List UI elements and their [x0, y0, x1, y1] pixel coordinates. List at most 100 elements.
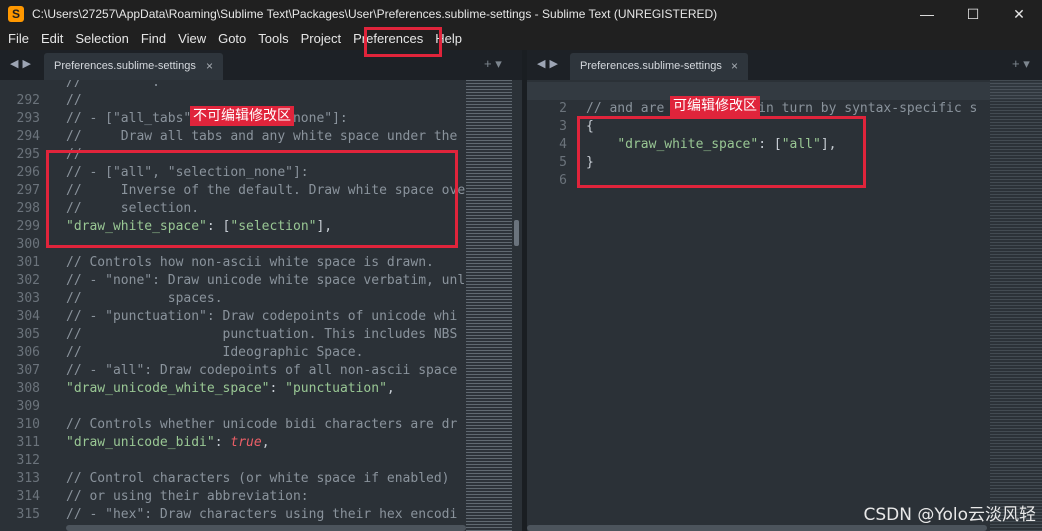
menu-goto[interactable]: Goto: [212, 28, 252, 50]
menu-find[interactable]: Find: [135, 28, 172, 50]
code-token: // Controls how non-ascii white space is…: [66, 255, 434, 270]
tab-nav-arrows-icon[interactable]: ◀▶: [537, 57, 562, 70]
line-number: 312: [16, 453, 40, 468]
code-token: "punctuation": [285, 381, 387, 396]
minimize-button[interactable]: —: [904, 0, 950, 28]
horizontal-scrollbar-thumb[interactable]: [66, 525, 466, 531]
line-number: 306: [16, 345, 40, 360]
code-token: // - "punctuation": Draw codepoints of u…: [66, 309, 458, 324]
code-text: // Controls how non-ascii white space is…: [66, 254, 434, 272]
code-token: // punctuation. This includes NBS: [66, 327, 458, 342]
code-text: // Control characters (or white space if…: [66, 470, 450, 488]
tab-preferences-user[interactable]: Preferences.sublime-settings ×: [570, 53, 748, 80]
minimap[interactable]: [466, 80, 512, 531]
code-line[interactable]: 301 // Controls how non-ascii white space…: [0, 254, 522, 272]
line-number: 302: [16, 273, 40, 288]
code-line[interactable]: 302 // - "none": Draw unicode white space…: [0, 272, 522, 290]
line-number: 311: [16, 435, 40, 450]
new-tab-and-menu-icon[interactable]: + ▾: [484, 56, 502, 72]
line-number: 293: [16, 111, 40, 126]
code-line[interactable]: // .: [0, 80, 522, 92]
line-number: 295: [16, 147, 40, 162]
code-line[interactable]: 315 // - "hex": Draw characters using the…: [0, 506, 522, 524]
code-token: // spaces.: [66, 291, 223, 306]
current-line-highlight: [527, 82, 1042, 100]
code-text: "draw_unicode_white_space": "punctuation…: [66, 380, 395, 398]
line-number: 292: [16, 93, 40, 108]
code-text: // or using their abbreviation:: [66, 488, 309, 506]
code-token: // - "none": Draw unicode white space ve…: [66, 273, 466, 288]
code-line[interactable]: 304 // - "punctuation": Draw codepoints o…: [0, 308, 522, 326]
code-token: // Control characters (or white space if…: [66, 471, 450, 486]
code-text: // - "hex": Draw characters using their …: [66, 506, 457, 524]
line-number: 305: [16, 327, 40, 342]
preferences-menu-highlight-box: [364, 27, 442, 57]
code-line[interactable]: 303 // spaces.: [0, 290, 522, 308]
code-token: ,: [386, 381, 395, 396]
line-number: 303: [16, 291, 40, 306]
tab-label: Preferences.sublime-settings: [54, 60, 196, 72]
menu-project[interactable]: Project: [295, 28, 347, 50]
code-line[interactable]: 309: [0, 398, 522, 416]
code-text: // Controls whether unicode bidi charact…: [66, 416, 457, 434]
maximize-button[interactable]: ☐: [950, 0, 996, 28]
close-tab-icon[interactable]: ×: [731, 53, 738, 80]
code-token: "draw_unicode_white_space": [66, 381, 270, 396]
code-line[interactable]: 294 // Draw all tabs and any white space …: [0, 128, 522, 146]
horizontal-scrollbar-thumb[interactable]: [527, 525, 987, 531]
code-text: // - "punctuation": Draw codepoints of u…: [66, 308, 457, 326]
line-number: 294: [16, 129, 40, 144]
menu-selection[interactable]: Selection: [69, 28, 134, 50]
code-text: // Draw all tabs and any white space und…: [66, 128, 457, 146]
code-line[interactable]: 307 // - "all": Draw codepoints of all no…: [0, 362, 522, 380]
code-token: // - "all": Draw codepoints of all non-a…: [66, 363, 458, 378]
code-text: //: [66, 92, 82, 110]
code-text: // .: [66, 80, 160, 92]
line-number: 309: [16, 399, 40, 414]
code-token: ,: [261, 435, 270, 450]
code-token: // Ideographic Space.: [66, 345, 364, 360]
code-token: :: [269, 381, 286, 396]
line-number: 296: [16, 165, 40, 180]
menu-edit[interactable]: Edit: [35, 28, 69, 50]
menu-file[interactable]: File: [2, 28, 35, 50]
code-line[interactable]: 310 // Controls whether unicode bidi char…: [0, 416, 522, 434]
line-number: 6: [559, 173, 567, 188]
editor-pane-default-settings[interactable]: " Draw ch ters using their abbre315// - …: [0, 80, 522, 531]
line-number: 3: [559, 119, 567, 134]
line-number: 315: [16, 507, 40, 522]
vertical-scrollbar-thumb[interactable]: [514, 220, 519, 246]
code-line[interactable]: 308 "draw_unicode_white_space": "punctuat…: [0, 380, 522, 398]
line-number: 304: [16, 309, 40, 324]
code-text: // punctuation. This includes NBS: [66, 326, 457, 344]
new-tab-and-menu-icon[interactable]: + ▾: [1012, 56, 1030, 72]
line-number: 2: [559, 101, 567, 116]
tab-preferences-default[interactable]: Preferences.sublime-settings ×: [44, 53, 223, 80]
code-token: // and are overridden in turn by syntax-…: [586, 101, 978, 116]
code-line[interactable]: 306 // Ideographic Space.: [0, 344, 522, 362]
code-line[interactable]: 314 // or using their abbreviation:: [0, 488, 522, 506]
close-tab-icon[interactable]: ×: [206, 53, 213, 80]
line-number: 5: [559, 155, 567, 170]
menu-tools[interactable]: Tools: [252, 28, 294, 50]
left-tab-bar: ◀▶ Preferences.sublime-settings × + ▾: [0, 50, 522, 80]
close-window-button[interactable]: ✕: [996, 0, 1042, 28]
sublime-app-icon: S: [8, 6, 24, 22]
line-number: 314: [16, 489, 40, 504]
minimap[interactable]: [990, 80, 1042, 531]
code-line[interactable]: 311 "draw_unicode_bidi": true,: [0, 434, 522, 452]
readonly-area-highlight-box: [46, 150, 458, 248]
editable-area-label: 可编辑修改区: [670, 96, 760, 116]
code-line[interactable]: 305 // punctuation. This includes NBS: [0, 326, 522, 344]
line-number: 308: [16, 381, 40, 396]
code-text: "draw_unicode_bidi": true,: [66, 434, 270, 452]
code-line[interactable]: 313 // Control characters (or white space…: [0, 470, 522, 488]
code-text: // spaces.: [66, 290, 223, 308]
code-token: // - "hex": Draw characters using their …: [66, 507, 458, 522]
menu-bar: File Edit Selection Find View Goto Tools…: [0, 28, 1042, 50]
tab-nav-arrows-icon[interactable]: ◀▶: [10, 57, 35, 70]
line-number: 310: [16, 417, 40, 432]
menu-view[interactable]: View: [172, 28, 212, 50]
code-token: // Controls whether unicode bidi charact…: [66, 417, 458, 432]
code-line[interactable]: 312: [0, 452, 522, 470]
